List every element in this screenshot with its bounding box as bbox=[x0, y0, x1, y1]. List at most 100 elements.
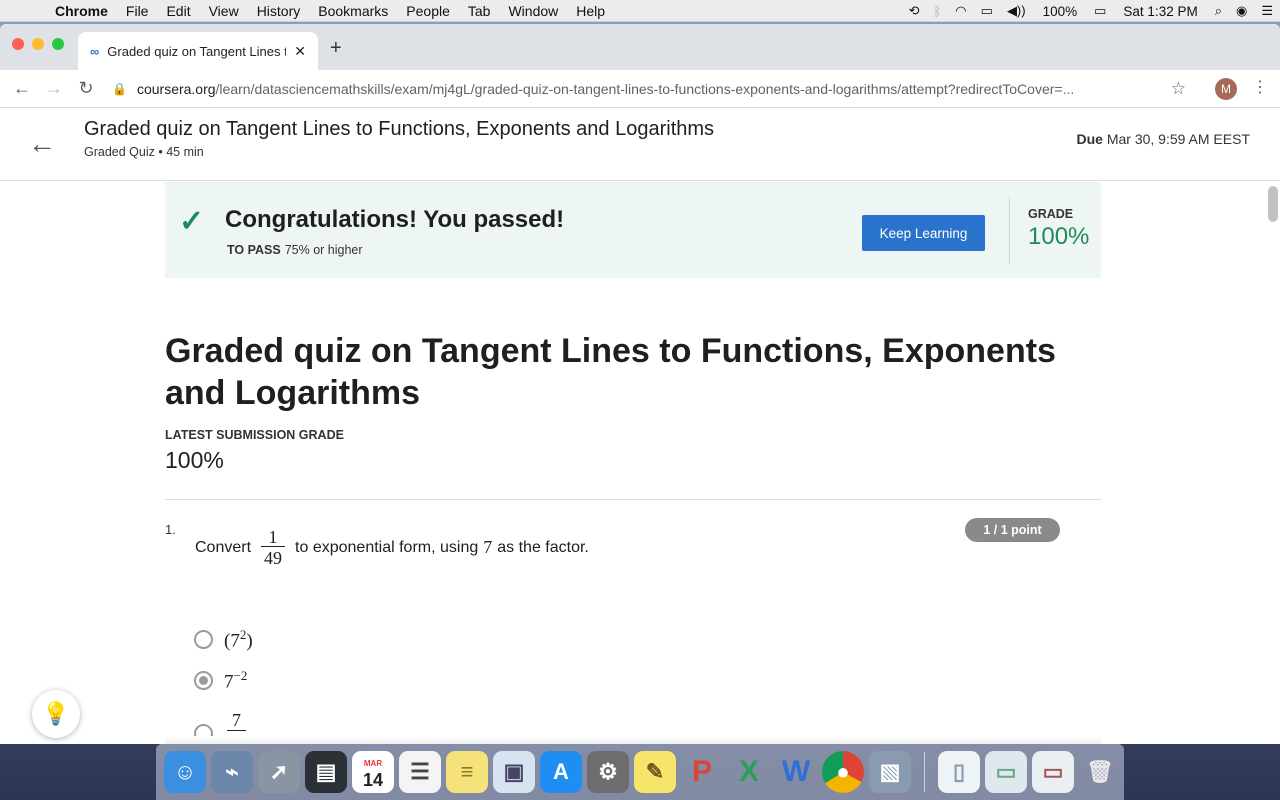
checkmark-icon: ✓ bbox=[179, 205, 205, 238]
airplay-icon[interactable]: ▭ bbox=[974, 3, 1000, 19]
forward-arrow-icon[interactable]: → bbox=[38, 78, 70, 99]
keep-learning-button[interactable]: Keep Learning bbox=[862, 215, 985, 251]
due-value: Mar 30, 9:59 AM EEST bbox=[1106, 131, 1250, 147]
radio-button-selected[interactable] bbox=[194, 671, 213, 691]
question-text: Convert 1 49 to exponential form, using 7… bbox=[195, 528, 589, 567]
url-path: /learn/datasciencemathskills/exam/mj4gL/… bbox=[215, 81, 1075, 97]
menu-app-name[interactable]: Chrome bbox=[46, 3, 117, 19]
downloads-stack-icon[interactable]: ▭ bbox=[985, 751, 1027, 793]
excel-icon[interactable]: X bbox=[728, 751, 770, 793]
bluetooth-icon[interactable]: ᛒ bbox=[926, 4, 948, 19]
app-store-icon[interactable]: A bbox=[540, 751, 582, 793]
page-title: Graded quiz on Tangent Lines to Function… bbox=[165, 332, 1056, 412]
option-close-paren: ) bbox=[246, 630, 253, 652]
profile-avatar[interactable]: M bbox=[1215, 78, 1237, 100]
option-base: 7 bbox=[224, 671, 234, 693]
chrome-icon[interactable]: ● bbox=[822, 751, 864, 793]
menu-people[interactable]: People bbox=[397, 3, 459, 19]
address-bar[interactable]: 🔒 coursera.org/learn/datasciencemathskil… bbox=[112, 74, 1202, 104]
battery-icon[interactable]: ▭ bbox=[1087, 3, 1113, 19]
powerpoint-icon[interactable]: P bbox=[681, 751, 723, 793]
menu-view[interactable]: View bbox=[200, 3, 248, 19]
menu-window[interactable]: Window bbox=[499, 3, 567, 19]
pass-message: Congratulations! You passed! bbox=[225, 206, 565, 233]
question-number: 1. bbox=[165, 522, 176, 537]
screenshots-stack-icon[interactable]: ▭ bbox=[1032, 751, 1074, 793]
tab-strip: ∞ Graded quiz on Tangent Lines t ✕ + bbox=[0, 24, 1280, 70]
menu-history[interactable]: History bbox=[248, 3, 310, 19]
close-window-button[interactable] bbox=[12, 38, 24, 50]
menu-bookmarks[interactable]: Bookmarks bbox=[309, 3, 397, 19]
battery-percent[interactable]: 100% bbox=[1033, 4, 1088, 19]
menu-edit[interactable]: Edit bbox=[157, 3, 199, 19]
latest-submission-label: LATEST SUBMISSION GRADE bbox=[165, 428, 344, 442]
menu-tab[interactable]: Tab bbox=[459, 3, 500, 19]
coursera-favicon-icon: ∞ bbox=[90, 43, 100, 59]
mac-dock: ☺ ⌁ ➚ ▤ MAR 14 ☰ ≡ ▣ A ⚙ ✎ P X W ● ▧ ▯ ▭ … bbox=[156, 744, 1124, 800]
network-utility-icon[interactable]: ⌁ bbox=[211, 751, 253, 793]
grade-label: GRADE bbox=[1028, 207, 1074, 221]
photo-booth-icon[interactable]: ▤ bbox=[305, 751, 347, 793]
option-label: (72) bbox=[224, 627, 253, 652]
question-middle: to exponential form, using bbox=[295, 538, 479, 556]
chrome-menu-icon[interactable]: ⋮ bbox=[1252, 77, 1268, 97]
zoom-window-button[interactable] bbox=[52, 38, 64, 50]
chrome-window: ∞ Graded quiz on Tangent Lines t ✕ + ← →… bbox=[0, 24, 1280, 744]
question-prefix: Convert bbox=[195, 538, 252, 556]
answer-option-1[interactable]: (72) bbox=[194, 627, 253, 652]
due-date: Due Mar 30, 9:59 AM EEST bbox=[1076, 131, 1250, 147]
calendar-day: 14 bbox=[362, 770, 384, 790]
wifi-icon[interactable]: ◠ bbox=[948, 3, 973, 19]
fraction-numerator: 1 bbox=[268, 527, 278, 547]
system-preferences-icon[interactable]: ⚙ bbox=[587, 751, 629, 793]
grade-value: 100% bbox=[1028, 223, 1090, 250]
bookmark-star-icon[interactable]: ☆ bbox=[1171, 79, 1186, 99]
volume-icon[interactable]: ◀)) bbox=[1000, 3, 1033, 19]
back-arrow-icon[interactable]: ← bbox=[6, 78, 38, 99]
pass-banner: ✓ Congratulations! You passed! TO PASS 75… bbox=[165, 182, 1101, 278]
header-subtitle: Graded Quiz • 45 min bbox=[84, 145, 204, 159]
option-base: (7 bbox=[224, 630, 240, 652]
calendar-icon[interactable]: MAR 14 bbox=[352, 751, 394, 793]
lightbulb-help-icon[interactable]: 💡 bbox=[32, 690, 80, 738]
image-capture-icon[interactable]: ▧ bbox=[869, 751, 911, 793]
time-machine-icon[interactable]: ⟲ bbox=[902, 3, 927, 19]
new-tab-button[interactable]: + bbox=[330, 37, 342, 60]
notification-center-icon[interactable]: ☰ bbox=[1254, 3, 1280, 19]
mac-menubar: Chrome File Edit View History Bookmarks … bbox=[0, 0, 1280, 22]
trash-icon[interactable]: 🗑 bbox=[1079, 751, 1121, 793]
option-numerator: 7 bbox=[232, 710, 241, 730]
to-pass-info: TO PASS 75% or higher bbox=[227, 243, 363, 257]
menu-help[interactable]: Help bbox=[567, 3, 614, 19]
documents-folder-icon[interactable]: ▯ bbox=[938, 751, 980, 793]
word-icon[interactable]: W bbox=[775, 751, 817, 793]
close-tab-icon[interactable]: ✕ bbox=[294, 43, 306, 60]
reminders-icon[interactable]: ☰ bbox=[399, 751, 441, 793]
siri-icon[interactable]: ◉ bbox=[1229, 3, 1254, 19]
option-exponent: −2 bbox=[233, 668, 248, 683]
reload-icon[interactable]: ↻ bbox=[70, 78, 102, 99]
clock[interactable]: Sat 1:32 PM bbox=[1113, 4, 1207, 19]
finder-icon[interactable]: ☺ bbox=[164, 751, 206, 793]
browser-tab[interactable]: ∞ Graded quiz on Tangent Lines t ✕ bbox=[78, 32, 318, 70]
latest-submission-value: 100% bbox=[165, 447, 224, 473]
preview-icon[interactable]: ▣ bbox=[493, 751, 535, 793]
notes-icon[interactable]: ≡ bbox=[446, 751, 488, 793]
divider bbox=[1009, 197, 1010, 264]
scrollbar-thumb[interactable] bbox=[1268, 186, 1278, 222]
tab-title: Graded quiz on Tangent Lines t bbox=[107, 43, 287, 59]
back-arrow-icon[interactable]: ← bbox=[28, 128, 56, 160]
fraction-denominator: 49 bbox=[261, 546, 286, 567]
minimize-window-button[interactable] bbox=[32, 38, 44, 50]
page-content: ← Graded quiz on Tangent Lines to Functi… bbox=[0, 108, 1280, 744]
content-fade bbox=[165, 736, 1101, 744]
launchpad-icon[interactable]: ➚ bbox=[258, 751, 300, 793]
spotlight-search-icon[interactable]: ⌕ bbox=[1208, 3, 1229, 19]
answer-option-2[interactable]: 7−2 bbox=[194, 668, 247, 693]
radio-button[interactable] bbox=[194, 630, 213, 650]
question-suffix: as the factor. bbox=[497, 538, 589, 556]
menu-file[interactable]: File bbox=[117, 3, 158, 19]
question-fraction: 1 49 bbox=[261, 527, 286, 567]
lock-icon: 🔒 bbox=[112, 82, 127, 96]
stickies-icon[interactable]: ✎ bbox=[634, 751, 676, 793]
